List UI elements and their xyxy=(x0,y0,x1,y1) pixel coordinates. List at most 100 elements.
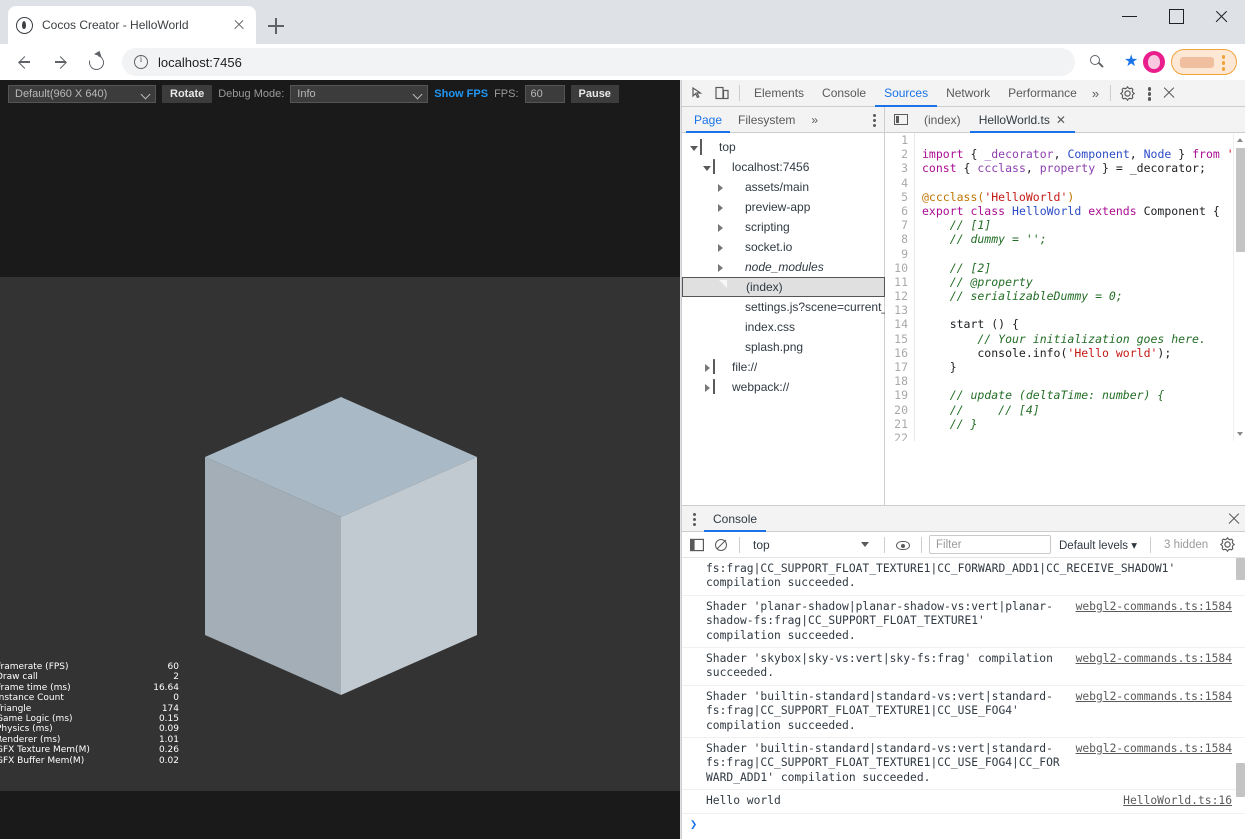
close-icon[interactable] xyxy=(1199,0,1245,32)
star-icon[interactable]: ★ xyxy=(1109,48,1137,76)
info-circle-icon[interactable] xyxy=(134,55,148,69)
kebab-menu-icon[interactable] xyxy=(1140,82,1158,104)
hidden-messages-count[interactable]: 3 hidden xyxy=(1158,539,1214,551)
minimize-icon[interactable] xyxy=(1107,0,1153,32)
debug-mode-select[interactable]: Info xyxy=(290,85,428,103)
tab-console[interactable]: Console xyxy=(813,80,875,107)
clear-console-icon[interactable] xyxy=(710,534,732,556)
pause-button[interactable]: Pause xyxy=(571,85,619,103)
twisty-closed-icon[interactable] xyxy=(714,201,726,213)
nav-tab-filesystem[interactable]: Filesystem xyxy=(730,107,803,133)
tree-row-splash-png[interactable]: splash.png xyxy=(682,337,885,357)
tree-row-index-css[interactable]: index.css xyxy=(682,317,885,337)
line-number[interactable]: 10 xyxy=(885,261,915,275)
nav-tab-page[interactable]: Page xyxy=(686,107,730,133)
line-number[interactable]: 14 xyxy=(885,317,915,331)
line-number[interactable]: 3 xyxy=(885,161,915,175)
tab-sources[interactable]: Sources xyxy=(875,80,937,107)
tree-row-preview-app[interactable]: preview-app xyxy=(682,197,885,217)
address-bar[interactable]: localhost:7456 xyxy=(122,48,1075,76)
close-icon[interactable] xyxy=(230,16,248,34)
gear-icon[interactable] xyxy=(1216,534,1238,556)
scroll-thumb[interactable] xyxy=(1236,148,1245,252)
more-tabs-icon[interactable]: » xyxy=(1086,86,1105,101)
close-icon[interactable] xyxy=(1158,82,1180,104)
twisty-closed-icon[interactable] xyxy=(714,221,726,233)
tree-row-file[interactable]: file:// xyxy=(682,357,885,377)
maximize-icon[interactable] xyxy=(1153,0,1199,32)
console-message-source-link[interactable]: webgl2-commands.ts:1584 xyxy=(1076,690,1232,704)
console-message-source-link[interactable]: HelloWorld.ts:16 xyxy=(1123,794,1232,808)
game-canvas[interactable]: Framerate (FPS) 60 Draw call 2 Frame tim… xyxy=(0,277,680,791)
console-message-source-link[interactable]: webgl2-commands.ts:1584 xyxy=(1076,652,1232,666)
line-number[interactable]: 4 xyxy=(885,176,915,190)
line-number[interactable]: 17 xyxy=(885,360,915,374)
new-tab-button[interactable] xyxy=(262,12,290,40)
editor-tab-index[interactable]: (index) xyxy=(915,107,970,133)
line-number[interactable]: 13 xyxy=(885,303,915,317)
console-sidebar-icon[interactable] xyxy=(686,534,708,556)
show-fps-button[interactable]: Show FPS xyxy=(434,88,488,100)
profile-pill-button[interactable] xyxy=(1171,49,1237,75)
device-toolbar-icon[interactable] xyxy=(710,81,734,105)
line-number[interactable]: 22 xyxy=(885,431,915,441)
forward-arrow-icon[interactable] xyxy=(46,48,74,76)
line-number[interactable]: 19 xyxy=(885,388,915,402)
tree-row-assets-main[interactable]: assets/main xyxy=(682,177,885,197)
twisty-closed-icon[interactable] xyxy=(714,261,726,273)
close-icon[interactable] xyxy=(1222,507,1245,531)
scroll-thumb[interactable] xyxy=(1236,558,1245,580)
tab-elements[interactable]: Elements xyxy=(745,80,813,107)
twisty-closed-icon[interactable] xyxy=(714,241,726,253)
zoom-magnifier-icon[interactable] xyxy=(1083,49,1109,75)
code-viewer[interactable]: 12import { _decorator, Component, Node }… xyxy=(885,133,1245,441)
rotate-button[interactable]: Rotate xyxy=(162,85,212,103)
console-message-source-link[interactable]: webgl2-commands.ts:1584 xyxy=(1076,742,1232,756)
line-number[interactable]: 2 xyxy=(885,147,915,161)
line-number[interactable]: 15 xyxy=(885,332,915,346)
tree-row-socket-io[interactable]: socket.io xyxy=(682,237,885,257)
execution-context-select[interactable]: top xyxy=(747,535,877,555)
fps-input[interactable]: 60 xyxy=(525,85,565,103)
back-arrow-icon[interactable] xyxy=(10,48,38,76)
inspect-element-icon[interactable] xyxy=(686,81,710,105)
tree-row-scripting[interactable]: scripting xyxy=(682,217,885,237)
twisty-open-icon[interactable] xyxy=(701,161,713,173)
kebab-menu-icon[interactable] xyxy=(864,109,884,131)
twisty-closed-icon[interactable] xyxy=(714,181,726,193)
kebab-menu-icon[interactable] xyxy=(1214,51,1232,73)
tab-network[interactable]: Network xyxy=(937,80,999,107)
drawer-tab-console[interactable]: Console xyxy=(704,506,766,532)
line-number[interactable]: 8 xyxy=(885,232,915,246)
nav-tabs-overflow-icon[interactable]: » xyxy=(803,107,826,133)
twisty-closed-icon[interactable] xyxy=(701,381,713,393)
avatar[interactable] xyxy=(1143,51,1165,73)
line-number[interactable]: 18 xyxy=(885,374,915,388)
line-number[interactable]: 6 xyxy=(885,204,915,218)
twisty-closed-icon[interactable] xyxy=(701,361,713,373)
tree-row-webpack[interactable]: webpack:// xyxy=(682,377,885,397)
twisty-open-icon[interactable] xyxy=(688,141,700,153)
code-vscrollbar[interactable] xyxy=(1233,133,1245,441)
line-number[interactable]: 7 xyxy=(885,218,915,232)
tree-row-localhost[interactable]: localhost:7456 xyxy=(682,157,885,177)
scroll-up-icon[interactable] xyxy=(1234,133,1245,146)
tree-row-settings-js[interactable]: settings.js?scene=current_s xyxy=(682,297,885,317)
scroll-down-icon[interactable] xyxy=(1234,428,1245,441)
console-prompt[interactable]: ❯ xyxy=(682,814,1245,834)
resolution-select[interactable]: Default(960 X 640) xyxy=(8,85,156,103)
line-number[interactable]: 20 xyxy=(885,403,915,417)
show-navigator-icon[interactable] xyxy=(890,109,912,131)
scroll-thumb[interactable] xyxy=(1236,763,1245,797)
console-vscrollbar[interactable] xyxy=(1234,558,1245,839)
tree-row-index[interactable]: (index) xyxy=(682,277,885,297)
line-number[interactable]: 9 xyxy=(885,247,915,261)
console-filter-input[interactable]: Filter xyxy=(929,535,1051,554)
browser-tab[interactable]: Cocos Creator - HelloWorld xyxy=(8,6,256,44)
console-message-source-link[interactable]: webgl2-commands.ts:1584 xyxy=(1076,600,1232,614)
gear-icon[interactable] xyxy=(1116,82,1138,104)
line-number[interactable]: 12 xyxy=(885,289,915,303)
line-number[interactable]: 11 xyxy=(885,275,915,289)
tree-row-top[interactable]: top xyxy=(682,137,885,157)
kebab-menu-icon[interactable] xyxy=(684,508,704,530)
